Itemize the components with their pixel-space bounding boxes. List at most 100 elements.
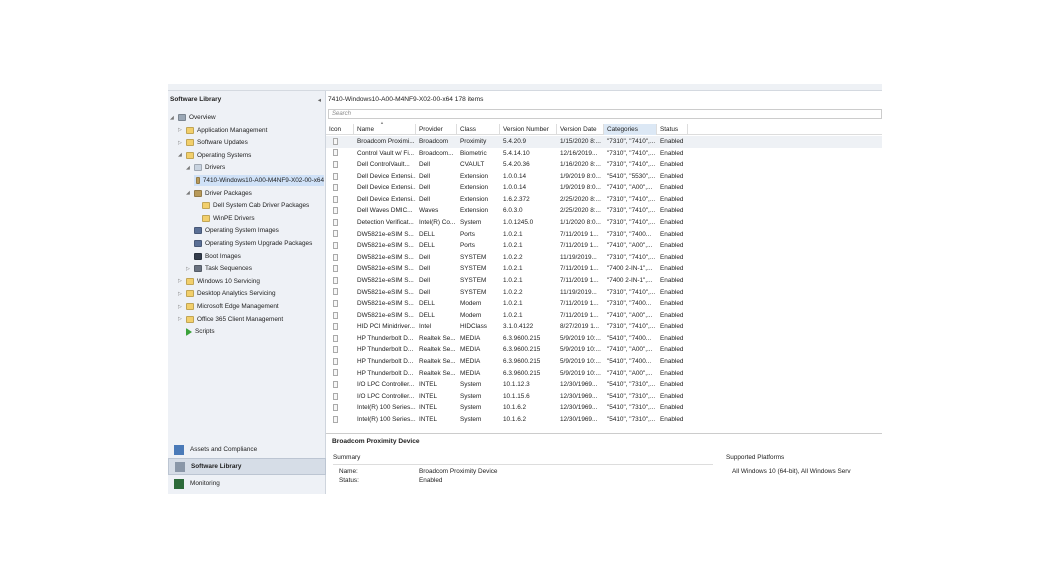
tree-item[interactable]: Boot Images [186, 251, 241, 262]
cell-categories: "5410", "7400... [607, 358, 652, 366]
tree-item[interactable]: ▷ Software Updates [178, 137, 248, 148]
table-row[interactable]: DW5821e-eSIM S... DELL Ports 1.0.2.1 7/11/20… [326, 229, 882, 241]
expand-arrow-icon[interactable]: ◢ [170, 115, 178, 121]
tree-item[interactable]: WinPE Drivers [194, 213, 255, 224]
expand-arrow-icon[interactable]: ▷ [178, 316, 186, 322]
cell-class: System [460, 415, 482, 423]
cell-name: Dell ControlVault... [357, 161, 410, 169]
cell-categories: "7310", "7410",... [607, 219, 656, 227]
tree-item[interactable]: ▷ Task Sequences [186, 263, 252, 274]
search-input[interactable]: Search [328, 109, 882, 119]
cell-name: HP Thunderbolt D... [357, 334, 414, 342]
tree-item[interactable]: ◢ Operating Systems [178, 150, 251, 161]
tree-item[interactable]: Scripts [178, 326, 215, 337]
table-row[interactable]: HP Thunderbolt D... Realtek Se... MEDIA 6.3… [326, 333, 882, 345]
table-row[interactable]: DW5821e-eSIM S... Dell SYSTEM 1.0.2.2 11/19/… [326, 287, 882, 299]
column-header-provider[interactable]: Provider [416, 124, 457, 135]
table-row[interactable]: DW5821e-eSIM S... DELL Ports 1.0.2.1 7/11/20… [326, 240, 882, 252]
tree-item[interactable]: ▷ Office 365 Client Management [178, 314, 283, 325]
table-row[interactable]: Dell Device Extensi... Dell Extension 1.0.0… [326, 182, 882, 194]
table-row[interactable]: DW5821e-eSIM S... Dell SYSTEM 1.0.2.2 11/19/… [326, 252, 882, 264]
cell-class: Modem [460, 300, 482, 308]
expand-arrow-icon[interactable]: ▷ [178, 291, 186, 297]
tree-item[interactable]: ◢ Overview [170, 112, 216, 123]
table-row[interactable]: Broadcom Proximi... Broadcom Proximity 5.4.… [326, 136, 882, 148]
cell-categories: "7410", "A00",... [607, 369, 653, 377]
cell-categories: "5410", "7400... [607, 334, 652, 342]
cell-categories: "7310", "7410",... [607, 288, 656, 296]
tree-item[interactable]: Operating System Images [186, 225, 279, 236]
cell-categories: "7410", "A00",... [607, 346, 653, 354]
table-row[interactable]: Dell ControlVault... Dell CVAULT 5.4.20.36 1… [326, 159, 882, 171]
expand-arrow-icon[interactable]: ◢ [186, 165, 194, 171]
cell-provider: Dell [419, 184, 431, 192]
tree-item[interactable]: ▷ Desktop Analytics Servicing [178, 288, 276, 299]
column-header-version-number[interactable]: Version Number [500, 124, 557, 135]
tree-item[interactable]: 7410-Windows10-A00-M4NF9-X02-00-x64 [194, 175, 324, 186]
table-row[interactable]: Detection Verificat... Intel(R) Co... Syst… [326, 217, 882, 229]
expand-arrow-icon[interactable]: ▷ [178, 304, 186, 310]
table-body: Broadcom Proximi... Broadcom Proximity 5.4.… [326, 136, 882, 426]
cell-categories: "7410", "A00",... [607, 184, 653, 192]
table-row[interactable]: HP Thunderbolt D... Realtek Se... MEDIA 6.3… [326, 368, 882, 380]
table-row[interactable]: DW5821e-eSIM S... DELL Modem 1.0.2.1 7/11/20… [326, 298, 882, 310]
expand-arrow-icon[interactable]: ▷ [178, 127, 186, 133]
nav-monitoring[interactable]: Monitoring [168, 475, 326, 492]
table-row[interactable]: Intel(R) 100 Series... INTEL System 10.1.6.… [326, 414, 882, 426]
table-row[interactable]: Intel(R) 100 Series... INTEL System 10.1.6.… [326, 402, 882, 414]
cell-categories: "7310", "7410",... [607, 138, 656, 145]
table-row[interactable]: HID PCI Minidriver... Intel HIDClass 3.1.0.… [326, 321, 882, 333]
column-header-version-date[interactable]: Version Date [557, 124, 604, 135]
cell-provider: Realtek Se... [419, 369, 456, 377]
column-header-icon[interactable]: Icon [326, 124, 354, 135]
cell-status: Enabled [660, 346, 684, 354]
table-row[interactable]: Dell Device Extensi... Dell Extension 1.6.2… [326, 194, 882, 206]
table-row[interactable]: Control Vault w/ Fi... Broadcom... Biometr… [326, 148, 882, 160]
cell-name: Control Vault w/ Fi... [357, 149, 415, 157]
tree-item[interactable]: Dell System Cab Driver Packages [194, 200, 309, 211]
cell-class: CVAULT [460, 161, 485, 169]
detail-title: Broadcom Proximity Device [332, 438, 420, 445]
tree-item[interactable]: ▷ Application Management [178, 125, 267, 136]
column-header-status[interactable]: Status [657, 124, 688, 135]
navigation-pane: Software Library ◂ ◢ Overview ▷ Application… [168, 91, 326, 494]
tree-item[interactable]: ◢ Drivers [186, 162, 225, 173]
cell-provider: Dell [419, 253, 431, 261]
table-row[interactable]: I/O LPC Controller... INTEL System 10.1.15.… [326, 391, 882, 403]
nav-software-library[interactable]: Software Library [168, 458, 326, 475]
table-row[interactable]: Dell Device Extensi... Dell Extension 1.0.0… [326, 171, 882, 183]
table-row[interactable]: Dell Waves DMIC... Waves Extension 6.0.3.0 2… [326, 205, 882, 217]
table-row[interactable]: DW5821e-eSIM S... DELL Modem 1.0.2.1 7/11/20… [326, 310, 882, 322]
tree-item[interactable]: Operating System Upgrade Packages [186, 238, 312, 249]
folder-icon [186, 139, 194, 147]
column-header-class[interactable]: Class [457, 124, 500, 135]
tree-item-label: Application Management [197, 126, 268, 134]
cell-name: Dell Device Extensi... [357, 184, 416, 192]
cell-version-date: 7/11/2019 1... [560, 242, 599, 250]
cell-status: Enabled [660, 288, 684, 296]
expand-arrow-icon[interactable]: ◢ [178, 152, 186, 158]
nav-assets-and-compliance[interactable]: Assets and Compliance [168, 441, 326, 458]
driver-file-icon [330, 240, 338, 252]
name-label: Name: [339, 468, 358, 475]
expand-arrow-icon[interactable]: ◢ [186, 190, 194, 196]
tree-item[interactable]: ▷ Microsoft Edge Management [178, 301, 279, 312]
column-header-name[interactable]: Name [354, 124, 416, 135]
table-row[interactable]: HP Thunderbolt D... Realtek Se... MEDIA 6.3… [326, 356, 882, 368]
tree-item[interactable]: ▷ Windows 10 Servicing [178, 276, 260, 287]
collapse-pane-button[interactable]: ◂ [318, 96, 321, 104]
cell-provider: Dell [419, 265, 431, 273]
column-header-categories[interactable]: Categories [604, 124, 657, 135]
table-row[interactable]: I/O LPC Controller... INTEL System 10.1.12.… [326, 379, 882, 391]
cell-status: Enabled [660, 334, 684, 342]
table-row[interactable]: HP Thunderbolt D... Realtek Se... MEDIA 6.3… [326, 344, 882, 356]
tree-item-label: Desktop Analytics Servicing [197, 290, 276, 298]
table-row[interactable]: DW5821e-eSIM S... Dell SYSTEM 1.0.2.1 7/11/2… [326, 263, 882, 275]
expand-arrow-icon[interactable]: ▷ [178, 140, 186, 146]
expand-arrow-icon[interactable]: ▷ [178, 278, 186, 284]
cell-status: Enabled [660, 172, 684, 180]
table-row[interactable]: DW5821e-eSIM S... Dell SYSTEM 1.0.2.1 7/11/2… [326, 275, 882, 287]
tree-item[interactable]: ◢ Driver Packages [186, 188, 252, 199]
cell-status: Enabled [660, 415, 684, 423]
expand-arrow-icon[interactable]: ▷ [186, 266, 194, 272]
